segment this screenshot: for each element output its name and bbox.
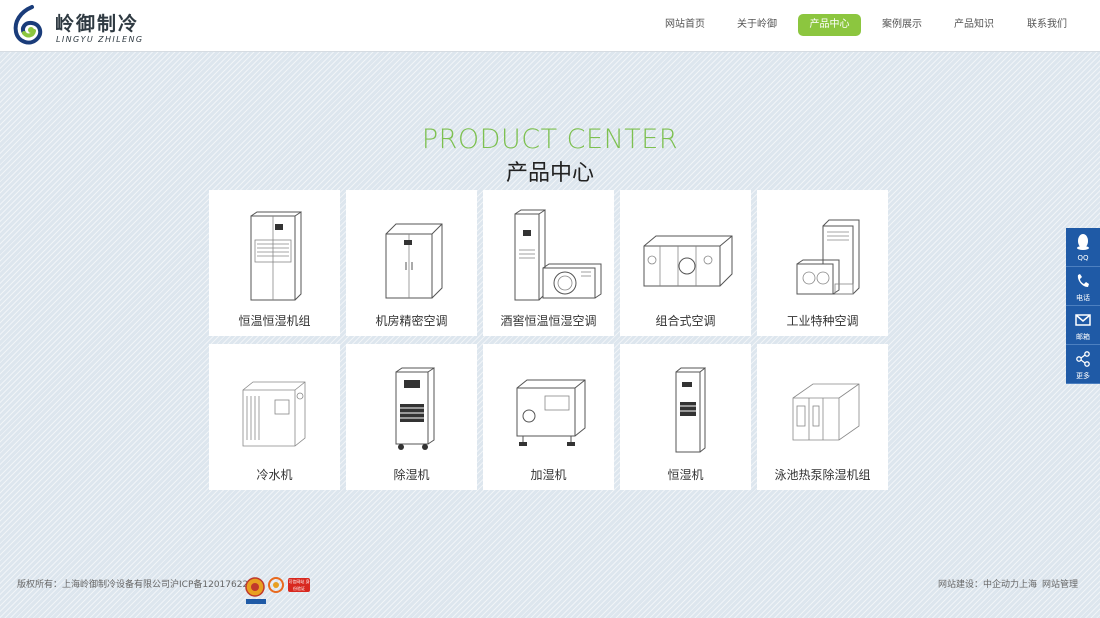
more-label: 更多: [1076, 372, 1090, 380]
phone-button[interactable]: 电话: [1066, 267, 1100, 306]
trusted-site-badge[interactable]: 可信网站 身份验证: [288, 578, 310, 592]
nav-item-knowledge[interactable]: 产品知识: [943, 14, 1005, 36]
product-label: 组合式空调: [655, 314, 716, 328]
qq-icon: [1077, 234, 1089, 250]
dehumidifier-icon: [395, 367, 435, 450]
product-label: 除湿机: [393, 468, 430, 482]
section-title-en: PRODUCT CENTER: [421, 124, 679, 155]
site-header: 岭御制冷 LINGYU ZHILENG 网站首页 关于岭御 产品中心 案例展示 …: [0, 0, 1100, 52]
nav-item-cases[interactable]: 案例展示: [871, 14, 933, 36]
product-card[interactable]: 恒温恒湿机组: [209, 190, 340, 336]
site-footer: 版权所有：上海岭御制冷设备有限公司 沪ICP备12017622号 可信网站 身份…: [0, 570, 1100, 610]
nav-item-contact[interactable]: 联系我们: [1016, 14, 1078, 36]
product-label: 恒温恒湿机组: [238, 314, 311, 328]
pool-heat-pump-dehumidifier-icon: [792, 383, 860, 441]
product-grid: 恒温恒湿机组 机房精密空调 酒窖恒温恒湿空调 组合式空调 工业特种空调 冷水机 …: [209, 190, 889, 490]
logo[interactable]: 岭御制冷 LINGYU ZHILENG: [10, 4, 142, 48]
product-card[interactable]: 组合式空调: [620, 190, 751, 336]
product-label: 冷水机: [256, 468, 293, 482]
product-label: 工业特种空调: [786, 314, 859, 328]
constant-temp-humidity-unit-icon: [250, 211, 302, 301]
nav-item-products[interactable]: 产品中心: [798, 14, 861, 36]
nav-item-about[interactable]: 关于岭御: [726, 14, 788, 36]
product-card[interactable]: 机房精密空调: [346, 190, 477, 336]
product-label: 酒窖恒温恒湿空调: [500, 314, 597, 328]
chiller-icon: [242, 381, 306, 447]
more-button[interactable]: 更多: [1066, 345, 1100, 384]
mail-button[interactable]: 邮箱: [1066, 306, 1100, 345]
mail-label: 邮箱: [1076, 333, 1090, 341]
police-badge-icon[interactable]: [244, 573, 288, 609]
phone-label: 电话: [1076, 294, 1090, 302]
logo-text-en: LINGYU ZHILENG: [56, 35, 144, 44]
logo-mark-icon: [13, 5, 43, 45]
mail-icon: [1075, 314, 1091, 326]
product-label: 泳池热泵除湿机组: [774, 468, 871, 482]
product-label: 机房精密空调: [375, 314, 448, 328]
product-card[interactable]: 工业特种空调: [757, 190, 888, 336]
humidifier-icon: [516, 379, 586, 446]
qq-button[interactable]: QQ: [1066, 228, 1100, 267]
product-card[interactable]: 泳池热泵除湿机组: [757, 344, 888, 490]
site-admin-link[interactable]: 网站管理: [1042, 577, 1078, 590]
industrial-ac-icon: [796, 219, 860, 295]
product-card[interactable]: 除湿机: [346, 344, 477, 490]
precision-air-conditioner-icon: [385, 223, 443, 299]
floating-contact-bar: QQ 电话 邮箱 更多: [1066, 228, 1100, 384]
product-label: 恒湿机: [667, 468, 704, 482]
product-card[interactable]: 恒湿机: [620, 344, 751, 490]
logo-text-cn: 岭御制冷: [55, 13, 140, 35]
product-card[interactable]: 加湿机: [483, 344, 614, 490]
product-card[interactable]: 酒窖恒温恒湿空调: [483, 190, 614, 336]
share-icon: [1076, 351, 1090, 367]
site-builder-text: 网站建设：中企动力上海: [938, 580, 1038, 590]
phone-icon: [1077, 274, 1089, 287]
product-label: 加湿机: [530, 468, 567, 482]
trust-badges: 可信网站 身份验证: [244, 573, 314, 609]
section-title-cn: 产品中心: [505, 161, 594, 186]
product-card[interactable]: 冷水机: [209, 344, 340, 490]
copyright-text: 版权所有：上海岭御制冷设备有限公司: [17, 580, 171, 590]
constant-humidity-machine-icon: [675, 366, 706, 453]
wine-cellar-ac-icon: [514, 209, 602, 301]
modular-ac-icon: [643, 235, 733, 287]
nav-item-home[interactable]: 网站首页: [654, 14, 716, 36]
qq-label: QQ: [1077, 254, 1089, 262]
